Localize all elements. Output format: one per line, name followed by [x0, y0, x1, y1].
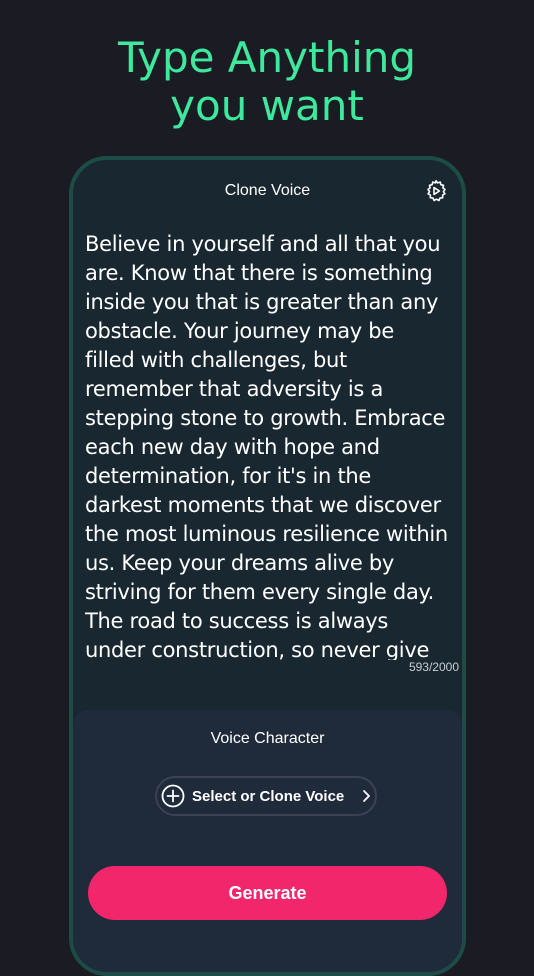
phone-frame: Clone Voice Believe in yourself and all …: [69, 156, 466, 976]
headline-line-1: Type Anything: [117, 33, 417, 82]
voice-character-title: Voice Character: [210, 730, 325, 747]
headline-line-2: you want: [170, 81, 364, 130]
select-voice-label: Select or Clone Voice: [192, 787, 345, 805]
gear-icon[interactable]: [424, 179, 448, 203]
generate-button[interactable]: Generate: [88, 866, 447, 920]
voice-character-panel: Voice Character Select or Clone Voice Ge…: [73, 710, 462, 972]
plus-circle-icon: [161, 784, 185, 808]
promo-headline: Type Anything you want: [0, 34, 534, 130]
character-counter: 593/2000: [408, 660, 459, 674]
script-text-input[interactable]: Believe in yourself and all that you are…: [85, 230, 449, 660]
chevron-right-icon: [363, 790, 371, 802]
screen-title: Clone Voice: [224, 182, 311, 199]
select-voice-button[interactable]: Select or Clone Voice: [155, 776, 377, 816]
